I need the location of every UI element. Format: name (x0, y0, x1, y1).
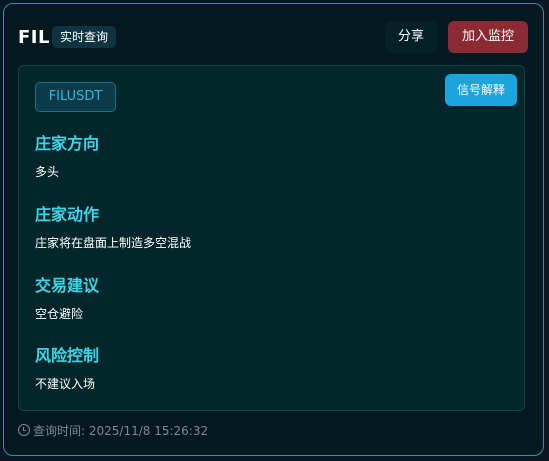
query-time-text: 查询时间: 2025/11/8 15:26:32 (33, 424, 209, 438)
risk-control-title: 风险控制 (35, 346, 100, 365)
action-value: 庄家将在盘面上制造多空混战 (35, 236, 192, 250)
signal-explain-button[interactable]: 信号解释 (445, 74, 517, 106)
trade-advice-value: 空仓避险 (35, 307, 84, 321)
risk-control-value: 不建议入场 (35, 377, 96, 391)
signal-card: FIL 实时查询 分享 加入监控 FILUSDT 信号解释 庄家方向 多头 庄家… (3, 3, 544, 456)
clock-icon (18, 424, 30, 436)
direction-value: 多头 (35, 165, 60, 179)
query-mode-badge: 实时查询 (52, 26, 117, 48)
pair-badge: FILUSDT (35, 82, 116, 112)
add-monitor-button[interactable]: 加入监控 (448, 21, 528, 53)
query-time-footer: 查询时间: 2025/11/8 15:26:32 (18, 422, 208, 438)
action-title: 庄家动作 (35, 205, 100, 224)
direction-title: 庄家方向 (35, 134, 100, 153)
card-header: FIL 实时查询 分享 加入监控 (18, 21, 528, 56)
trade-advice-title: 交易建议 (35, 276, 100, 295)
signal-panel: FILUSDT 信号解释 庄家方向 多头 庄家动作 庄家将在盘面上制造多空混战 … (18, 65, 525, 411)
share-button[interactable]: 分享 (385, 21, 437, 53)
symbol-title: FIL (18, 27, 50, 48)
